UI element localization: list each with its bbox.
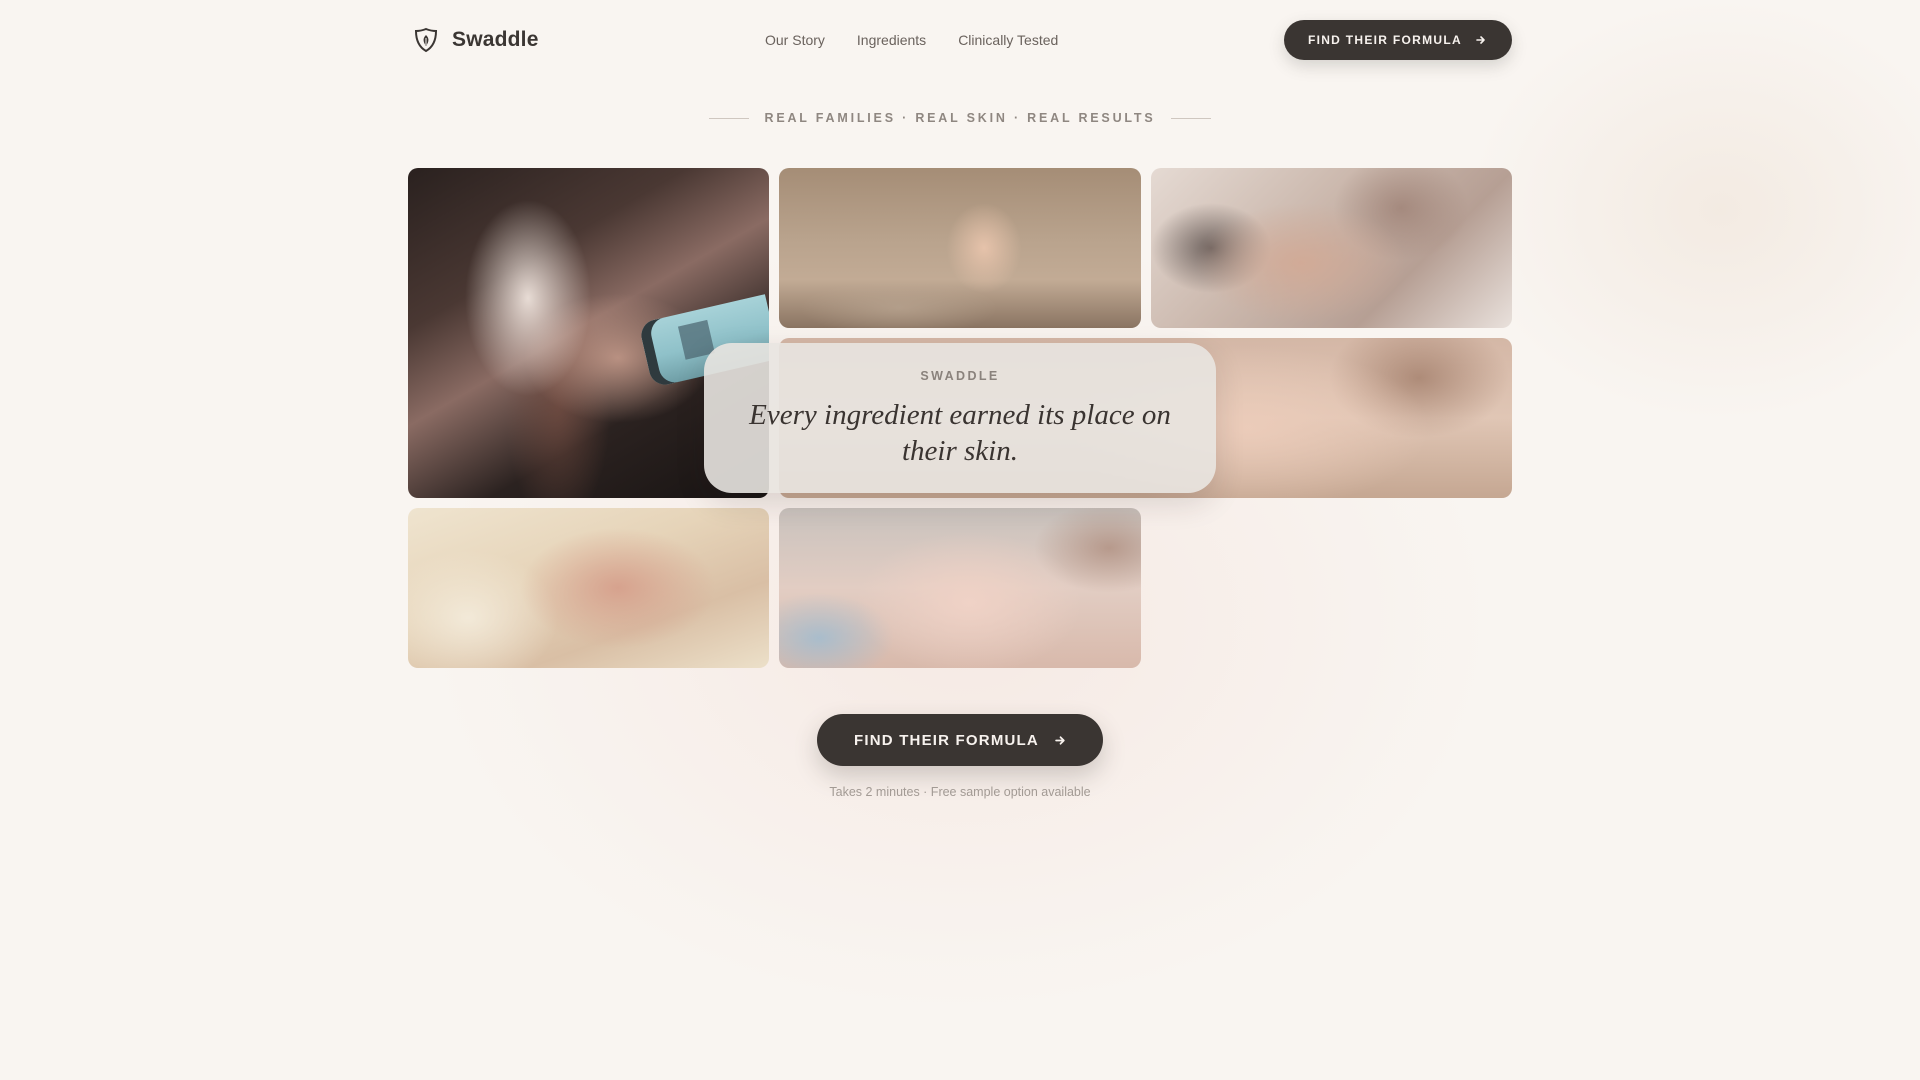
newborn-in-knit-blanket-photo <box>408 508 769 668</box>
quote-label: SWADDLE <box>920 369 1000 383</box>
nav-find-formula-button[interactable]: FIND THEIR FORMULA <box>1283 20 1512 60</box>
baby-foot-photo <box>779 168 1141 328</box>
brand-name: Swaddle <box>452 28 539 51</box>
eyebrow: REAL FAMILIES · REAL SKIN · REAL RESULTS <box>0 111 1920 125</box>
cta-note: Takes 2 minutes · Free sample option ava… <box>829 785 1091 799</box>
nav-cta-label: FIND THEIR FORMULA <box>1307 33 1462 47</box>
tattooed-hand-holding-baby-head-photo <box>1151 168 1512 328</box>
shield-leaf-icon <box>414 27 438 53</box>
eyebrow-text: REAL FAMILIES · REAL SKIN · REAL RESULTS <box>764 111 1156 125</box>
nav-link-our-story[interactable]: Our Story <box>765 32 825 48</box>
brand-logo[interactable]: Swaddle <box>412 20 539 60</box>
nav-link-clinically-tested[interactable]: Clinically Tested <box>958 32 1058 48</box>
nav-links: Our Story Ingredients Clinically Tested <box>765 20 1058 60</box>
quote-text: Every ingredient earned its place on the… <box>749 399 1171 467</box>
eyebrow-rule-left <box>708 117 749 119</box>
find-formula-button[interactable]: FIND THEIR FORMULA <box>817 714 1103 766</box>
top-nav: Swaddle Our Story Ingredients Clinically… <box>408 20 1512 60</box>
nav-link-ingredients[interactable]: Ingredients <box>857 32 926 48</box>
arrow-right-icon <box>1476 36 1485 44</box>
arrow-right-icon <box>1055 735 1065 745</box>
find-formula-label: FIND THEIR FORMULA <box>854 731 1039 749</box>
smiling-sleeping-baby-photo <box>779 508 1141 668</box>
eyebrow-rule-right <box>1171 117 1212 119</box>
quote-card: SWADDLE Every ingredient earned its plac… <box>704 343 1216 493</box>
